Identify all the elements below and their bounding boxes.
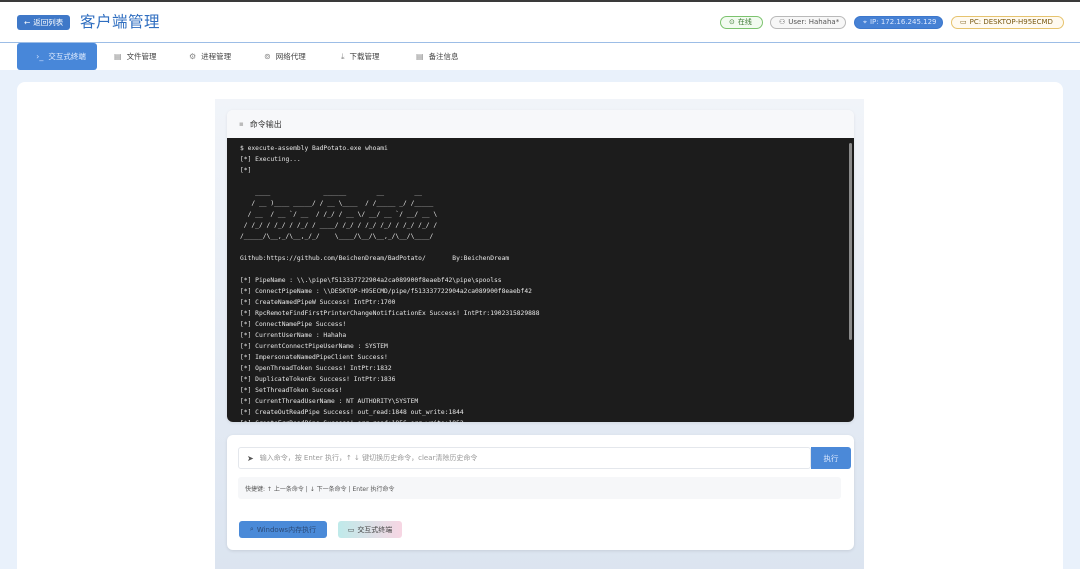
terminal-icon: ›_ [36,52,44,61]
tab-notes[interactable]: ▤ 备注信息 [416,43,459,70]
back-button-label: 返回列表 [33,18,64,27]
file-icon: ▤ [114,52,122,61]
check-circle-icon: ⊙ [729,18,735,26]
status-online-label: 在线 [737,18,752,26]
execute-button[interactable]: 执行 [811,447,851,469]
tab-label: 交互式终端 [48,52,86,61]
tab-label: 网络代理 [275,52,306,61]
gear-icon: ⚙ [189,52,197,61]
output-header: ▪ 命令输出 [227,110,854,138]
user-label: User: Hahaha* [788,18,840,26]
terminal-output[interactable]: $ execute-assembly BadPotato.exe whoami … [227,138,854,422]
interactive-terminal-button[interactable]: ▭ 交互式终端 [338,521,402,538]
command-input-card: ➤ 执行 快捷键: ↑ 上一条命令 | ↓ 下一条命令 | Enter 执行命令… [227,435,854,550]
ip-badge: ⌖ IP: 172.16.245.129 [854,16,943,29]
arrow-left-icon: ← [24,18,31,27]
tab-label: 进程管理 [201,52,232,61]
tab-nav: ›_ 交互式终端 ▤ 文件管理 ⚙ 进程管理 ⊚ 网络代理 ⤓ 下载管理 ▤ 备… [0,43,1080,70]
command-input[interactable] [259,454,800,462]
user-badge: ⚇ User: Hahaha* [770,16,846,29]
shortcut-hint: 快捷键: ↑ 上一条命令 | ↓ 下一条命令 | Enter 执行命令 [238,477,841,499]
output-title: 命令输出 [249,119,282,129]
search-icon: ⌕ [249,525,254,533]
command-output-card: ▪ 命令输出 $ execute-assembly BadPotato.exe … [227,110,854,422]
network-icon: ⊚ [264,52,271,61]
tab-network-proxy[interactable]: ⊚ 网络代理 [264,43,306,70]
windows-mode-label: Windows内存执行 [256,525,317,534]
tab-interactive-terminal[interactable]: ›_ 交互式终端 [17,43,97,70]
tab-label: 下载管理 [349,52,380,61]
header-bar: ← 返回列表 客户端管理 ⊙ 在线 ⚇ User: Hahaha* ⌖ IP: … [0,2,1080,43]
command-input-wrapper: ➤ [238,447,811,469]
send-icon: ➤ [247,453,254,463]
download-icon: ⤓ [341,51,345,61]
terminal-scrollbar[interactable] [849,143,852,340]
monitor-icon: ▭ [960,18,967,26]
tab-label: 文件管理 [126,52,157,61]
windows-memory-exec-button[interactable]: ⌕ Windows内存执行 [239,521,327,538]
ip-label: IP: 172.16.245.129 [869,18,937,26]
pc-badge: ▭ PC: DESKTOP-H95ECMD [951,16,1064,29]
monitor-icon: ▭ [347,525,355,534]
tab-download-manager[interactable]: ⤓ 下载管理 [341,43,380,70]
tab-process-manager[interactable]: ⚙ 进程管理 [189,43,231,70]
pc-label: PC: DESKTOP-H95ECMD [969,18,1053,26]
tab-label: 备注信息 [428,52,459,61]
page-title: 客户端管理 [80,13,161,31]
tab-file-manager[interactable]: ▤ 文件管理 [114,43,157,70]
terminal-mode-label: 交互式终端 [357,525,393,534]
user-icon: ⚇ [779,18,786,26]
back-to-list-button[interactable]: ← 返回列表 [17,15,71,30]
status-badge-online: ⊙ 在线 [720,16,763,29]
network-icon: ⌖ [863,18,867,26]
terminal-icon: ▪ [239,120,244,128]
note-icon: ▤ [416,52,424,61]
